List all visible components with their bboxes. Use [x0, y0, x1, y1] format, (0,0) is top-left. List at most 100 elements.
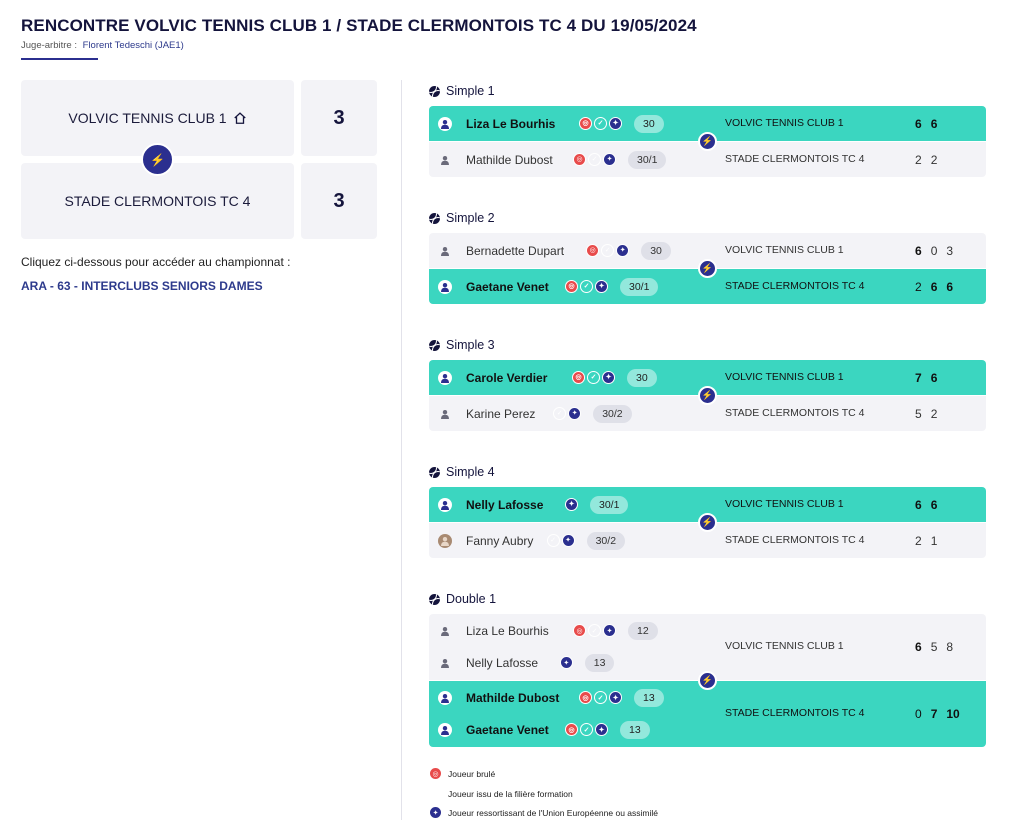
lightning-icon: ⚡ [698, 671, 717, 690]
referee-label: Juge-arbitre : [21, 40, 77, 51]
player-name[interactable]: Gaetane Venet [466, 280, 549, 294]
lightning-icon: ⚡ [698, 513, 717, 532]
championship-intro: Cliquez ci-dessous pour accéder au champ… [21, 255, 291, 269]
home-team-name: VOLVIC TENNIS CLUB 1 [68, 110, 227, 126]
page-title: RENCONTRE VOLVIC TENNIS CLUB 1 / STADE C… [21, 16, 697, 35]
player-ranking: 30/1 [628, 150, 667, 169]
set-score: 2 [930, 152, 938, 167]
tennis-ball-icon [429, 339, 440, 351]
club-name: STADE CLERMONTOIS TC 4 [725, 533, 865, 546]
player-badges: ✦ [565, 497, 578, 511]
set-score: 6 [930, 116, 938, 131]
eu-icon: ✦ [603, 624, 616, 637]
player-badges: ✓ ✦ [553, 406, 582, 420]
set-scores: 76 [915, 371, 937, 385]
eu-icon: ✦ [609, 691, 622, 704]
player-ranking: 13 [634, 689, 664, 707]
set-scores: 22 [915, 153, 937, 167]
club-name: STADE CLERMONTOIS TC 4 [725, 279, 865, 292]
player-avatar [438, 497, 452, 512]
set-score: 2 [915, 152, 922, 167]
club-name: VOLVIC TENNIS CLUB 1 [725, 370, 844, 383]
match-title: Simple 4 [429, 465, 495, 479]
set-score: 6 [930, 370, 938, 385]
eu-icon: ✦ [429, 806, 442, 819]
lightning-icon: ⚡ [141, 143, 174, 176]
player-name[interactable]: Bernadette Dupart [466, 244, 564, 258]
player-avatar [438, 407, 452, 421]
house-icon [233, 112, 246, 124]
player-name[interactable]: Fanny Aubry [466, 534, 533, 548]
burn-icon: ◎ [565, 723, 578, 736]
burn-icon: ◎ [579, 691, 592, 704]
player-avatar [438, 723, 452, 737]
set-scores: 66 [915, 498, 937, 512]
legend-item: ✓ Joueur issu de la filière formation [429, 787, 573, 800]
set-score: 6 [915, 640, 922, 654]
set-score: 6 [915, 497, 922, 512]
player-badges: ◎ ✓ ✦ [579, 691, 622, 704]
player-name[interactable]: Nelly Lafosse [466, 498, 543, 512]
player-name[interactable]: Mathilde Dubost [466, 153, 553, 167]
player-badges: ◎ ✓ ✦ [572, 370, 615, 384]
formation-icon: ✓ [553, 406, 567, 420]
set-score: 0 [915, 707, 922, 721]
set-scores: 66 [915, 117, 937, 131]
burn-icon: ◎ [573, 624, 586, 637]
formation-icon: ✓ [601, 243, 615, 257]
club-name: STADE CLERMONTOIS TC 4 [725, 152, 865, 165]
eu-icon: ✦ [595, 723, 608, 736]
set-score: 2 [915, 533, 922, 548]
formation-icon: ✓ [594, 116, 607, 130]
match-title-text: Simple 3 [446, 338, 495, 352]
set-score: 7 [915, 370, 922, 385]
player-badges: ◎ ✓ ✦ [573, 624, 616, 637]
formation-icon: ✓ [594, 691, 607, 704]
player-ranking: 30/2 [586, 531, 626, 550]
set-score: 6 [930, 497, 938, 512]
set-score: 0 [930, 243, 938, 258]
formation-icon: ✓ [546, 533, 560, 547]
match-row[interactable]: Mathilde Dubost ◎ ✓ ✦ 13 Gaetane Venet ◎ ✓ ✦ 13 ST… [429, 681, 986, 747]
column-divider [401, 80, 402, 820]
legend-item: ◎ Joueur brulé [429, 767, 495, 780]
formation-icon: ✓ [580, 723, 593, 736]
player-badges: ✦ [559, 656, 573, 669]
player-avatar [438, 533, 452, 548]
player-name[interactable]: Liza Le Bourhis [466, 624, 549, 638]
championship-link[interactable]: ARA - 63 - INTERCLUBS SENIORS DAMES [21, 279, 263, 293]
title-underline [21, 58, 98, 60]
eu-icon: ✦ [595, 279, 608, 293]
player-ranking: 13 [620, 721, 650, 739]
player-name[interactable]: Nelly Lafosse [466, 656, 538, 670]
lightning-icon: ⚡ [698, 132, 717, 151]
formation-icon: ✓ [588, 624, 601, 637]
away-team-name: STADE CLERMONTOIS TC 4 [64, 193, 251, 209]
set-score: 6 [915, 116, 922, 131]
away-score: 3 [301, 163, 377, 239]
lightning-icon: ⚡ [698, 259, 717, 278]
set-score: 3 [946, 243, 954, 258]
player-avatar [438, 370, 452, 385]
legend-item: ✦ Joueur ressortissant de l'Union Europée… [429, 806, 658, 819]
referee-name: Florent Tedeschi (JAE1) [82, 40, 184, 51]
set-score: 1 [930, 533, 938, 548]
burn-icon: ◎ [429, 767, 442, 780]
burn-icon: ◎ [565, 279, 578, 293]
set-score: 5 [930, 640, 938, 654]
set-score: 6 [915, 243, 922, 258]
player-avatar [438, 244, 452, 258]
match-title: Double 1 [429, 592, 496, 606]
player-name[interactable]: Carole Verdier [466, 371, 547, 385]
player-name[interactable]: Mathilde Dubost [466, 691, 559, 705]
referee-line: Juge-arbitre : Florent Tedeschi (JAE1) [21, 40, 184, 51]
player-badges: ✓ ✦ [546, 533, 575, 547]
eu-icon: ✦ [603, 152, 616, 166]
player-name[interactable]: Karine Perez [466, 407, 535, 421]
player-name[interactable]: Gaetane Venet [466, 723, 549, 737]
club-name: STADE CLERMONTOIS TC 4 [725, 707, 865, 719]
set-score: 2 [930, 406, 938, 421]
set-score: 6 [946, 279, 954, 294]
player-name[interactable]: Liza Le Bourhis [466, 117, 555, 131]
eu-icon: ✦ [602, 370, 615, 384]
